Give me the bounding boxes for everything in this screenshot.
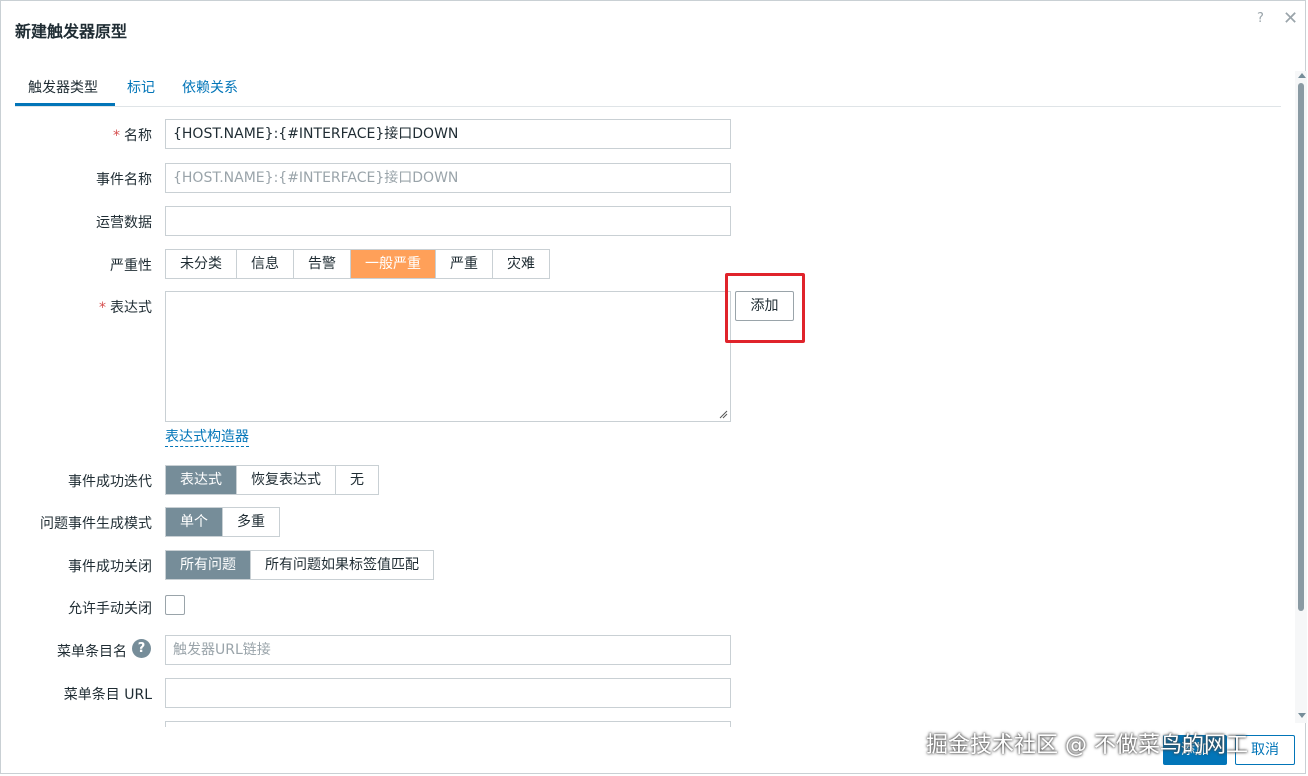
help-icon[interactable]: ?	[1257, 11, 1264, 26]
problem-mode-label: 问题事件生成模式	[40, 516, 152, 532]
close-icon[interactable]: ✕	[1283, 8, 1298, 29]
severity-label: 严重性	[110, 258, 152, 274]
ok-event-generation-selector: 表达式 恢复表达式 无	[165, 465, 379, 495]
new-trigger-prototype-dialog: 新建触发器原型 ? ✕ 触发器类型 标记 依赖关系 * 名称 {HOST.NAME…	[0, 0, 1307, 774]
name-input[interactable]: {HOST.NAME}:{#INTERFACE}接口DOWN	[165, 119, 731, 149]
severity-warning[interactable]: 告警	[293, 250, 350, 278]
manual-close-checkbox[interactable]	[165, 595, 185, 615]
tab-dependencies[interactable]: 依赖关系	[182, 77, 238, 97]
ok-close-tag-match[interactable]: 所有问题如果标签值匹配	[250, 551, 433, 579]
tab-trigger[interactable]: 触发器类型	[28, 77, 98, 97]
required-mark: *	[113, 128, 120, 144]
manual-close-label: 允许手动关闭	[68, 601, 152, 617]
ok-close-label: 事件成功关闭	[68, 559, 152, 575]
event-name-input[interactable]: {HOST.NAME}:{#INTERFACE}接口DOWN	[165, 163, 731, 193]
cancel-button[interactable]: 取消	[1235, 735, 1295, 765]
severity-average[interactable]: 一般严重	[350, 250, 435, 278]
menu-url-label: 菜单条目 URL	[63, 687, 152, 703]
expression-label: * 表达式	[99, 300, 152, 316]
event-name-label: 事件名称	[96, 172, 152, 188]
description-textarea[interactable]	[165, 721, 731, 727]
question-help-icon[interactable]: ?	[132, 639, 151, 658]
scroll-thumb[interactable]	[1298, 83, 1304, 611]
severity-disaster[interactable]: 灾难	[492, 250, 549, 278]
problem-mode-multiple[interactable]: 多重	[222, 508, 279, 536]
ok-event-generation-label: 事件成功迭代	[68, 474, 152, 490]
scroll-up-icon[interactable]	[1298, 73, 1306, 78]
menu-url-input[interactable]	[165, 678, 731, 708]
severity-not-classified[interactable]: 未分类	[166, 250, 236, 278]
opdata-input[interactable]	[165, 206, 731, 236]
severity-information[interactable]: 信息	[236, 250, 293, 278]
menu-name-input[interactable]: 触发器URL链接	[165, 635, 731, 665]
ok-close-selector: 所有问题 所有问题如果标签值匹配	[165, 550, 434, 580]
opdata-label: 运营数据	[96, 215, 152, 231]
severity-selector: 未分类 信息 告警 一般严重 严重 灾难	[165, 249, 550, 279]
problem-mode-single[interactable]: 单个	[166, 508, 222, 536]
dialog-title: 新建触发器原型	[15, 22, 128, 41]
tab-bar: 触发器类型 标记 依赖关系	[15, 75, 1281, 107]
problem-mode-selector: 单个 多重	[165, 507, 280, 537]
expression-constructor-link[interactable]: 表达式构造器	[165, 428, 249, 447]
required-mark: *	[99, 300, 106, 316]
tab-tags[interactable]: 标记	[127, 77, 155, 97]
scroll-down-icon[interactable]	[1298, 713, 1306, 718]
expression-textarea[interactable]	[165, 291, 731, 422]
name-label: * 名称	[113, 128, 152, 144]
ok-generation-recovery-expression[interactable]: 恢复表达式	[236, 466, 335, 494]
resize-handle-icon[interactable]	[719, 410, 728, 419]
ok-close-all-problems[interactable]: 所有问题	[166, 551, 250, 579]
annotation-highlight-box	[725, 273, 805, 343]
severity-high[interactable]: 严重	[435, 250, 492, 278]
menu-name-label: 菜单条目名	[57, 644, 127, 660]
scrollbar[interactable]	[1295, 71, 1307, 723]
ok-generation-expression[interactable]: 表达式	[166, 466, 236, 494]
add-button[interactable]: 添加	[1163, 735, 1227, 765]
active-tab-indicator	[15, 103, 115, 106]
ok-generation-none[interactable]: 无	[335, 466, 378, 494]
